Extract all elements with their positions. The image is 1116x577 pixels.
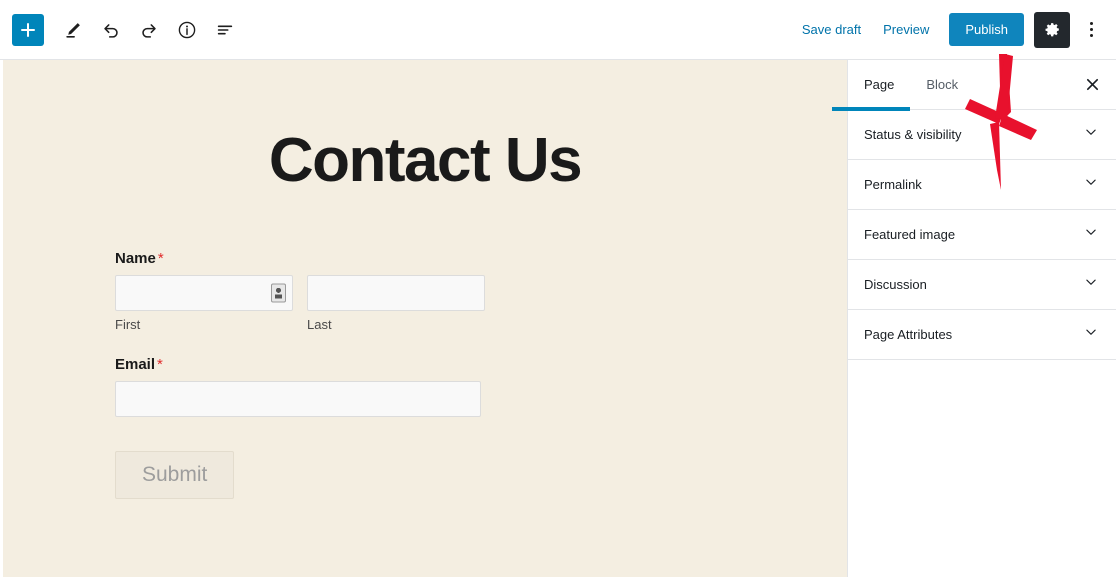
- first-name-sublabel: First: [115, 317, 141, 332]
- panel-featured-image[interactable]: Featured image: [848, 210, 1116, 260]
- pencil-icon[interactable]: [56, 13, 90, 47]
- email-required-marker: *: [157, 356, 163, 373]
- close-icon[interactable]: [1076, 69, 1108, 101]
- panel-permalink[interactable]: Permalink: [848, 160, 1116, 210]
- chevron-down-icon: [1082, 123, 1100, 146]
- list-view-icon[interactable]: [208, 13, 242, 47]
- chevron-down-icon: [1082, 223, 1100, 246]
- save-draft-button[interactable]: Save draft: [792, 14, 871, 45]
- tab-block[interactable]: Block: [910, 60, 974, 110]
- name-required-marker: *: [157, 250, 164, 267]
- page-title: Contact Us: [268, 126, 583, 195]
- wordpress-block-editor: Save draft Preview Publish Contact Us Na…: [0, 0, 1116, 577]
- chevron-down-icon: [1082, 323, 1100, 346]
- contact-card-icon[interactable]: [271, 283, 286, 303]
- first-name-input-holder: [115, 275, 293, 311]
- last-name-input-holder: [307, 275, 485, 311]
- editor-toolbar: Save draft Preview Publish: [0, 0, 1116, 60]
- info-icon[interactable]: [170, 13, 204, 47]
- toolbar-right-group: Save draft Preview Publish: [792, 11, 1116, 48]
- kebab-menu-icon[interactable]: [1074, 12, 1108, 48]
- email-field-group: Email *: [115, 356, 847, 417]
- editor-canvas[interactable]: Contact Us Name * First Last Email * Sub…: [3, 60, 847, 577]
- chevron-down-icon: [1082, 173, 1100, 196]
- publish-button[interactable]: Publish: [949, 13, 1024, 46]
- redo-icon[interactable]: [132, 13, 166, 47]
- sidebar-tabs: Page Block: [831, 60, 1116, 111]
- tab-page[interactable]: Page: [831, 60, 911, 111]
- email-label: Email *: [115, 356, 847, 373]
- panel-status-and-visibility[interactable]: Status & visibility: [848, 110, 1116, 160]
- panel-label: Page Attributes: [864, 327, 953, 342]
- undo-icon[interactable]: [94, 13, 128, 47]
- panel-label: Discussion: [864, 277, 927, 292]
- last-name-input[interactable]: [307, 275, 485, 311]
- submit-button[interactable]: Submit: [115, 451, 235, 499]
- last-name-column: Last: [307, 275, 485, 332]
- first-name-column: First: [115, 275, 293, 332]
- panel-discussion[interactable]: Discussion: [848, 260, 1116, 310]
- name-label: Name *: [115, 250, 847, 267]
- panel-label: Featured image: [864, 227, 956, 242]
- settings-sidebar: Page Block Status & visibility Permalink: [831, 60, 1116, 577]
- first-name-input[interactable]: [115, 275, 293, 311]
- chevron-down-icon: [1082, 273, 1100, 296]
- last-name-sublabel: Last: [307, 317, 332, 332]
- gear-icon[interactable]: [1034, 11, 1070, 48]
- panel-page-attributes[interactable]: Page Attributes: [848, 310, 1116, 360]
- panel-label: Status & visibility: [864, 127, 962, 142]
- email-label-text: Email: [115, 356, 156, 373]
- panel-label: Permalink: [864, 177, 922, 192]
- name-inputs-row: First Last: [115, 275, 847, 332]
- contact-form: Name * First Last Email * Submit: [3, 250, 847, 499]
- email-input[interactable]: [115, 381, 481, 417]
- toolbar-left-group: [0, 13, 242, 47]
- name-label-text: Name: [115, 250, 156, 267]
- preview-button[interactable]: Preview: [873, 14, 939, 45]
- add-block-button[interactable]: [12, 13, 44, 46]
- name-field-group: Name * First Last: [115, 250, 847, 332]
